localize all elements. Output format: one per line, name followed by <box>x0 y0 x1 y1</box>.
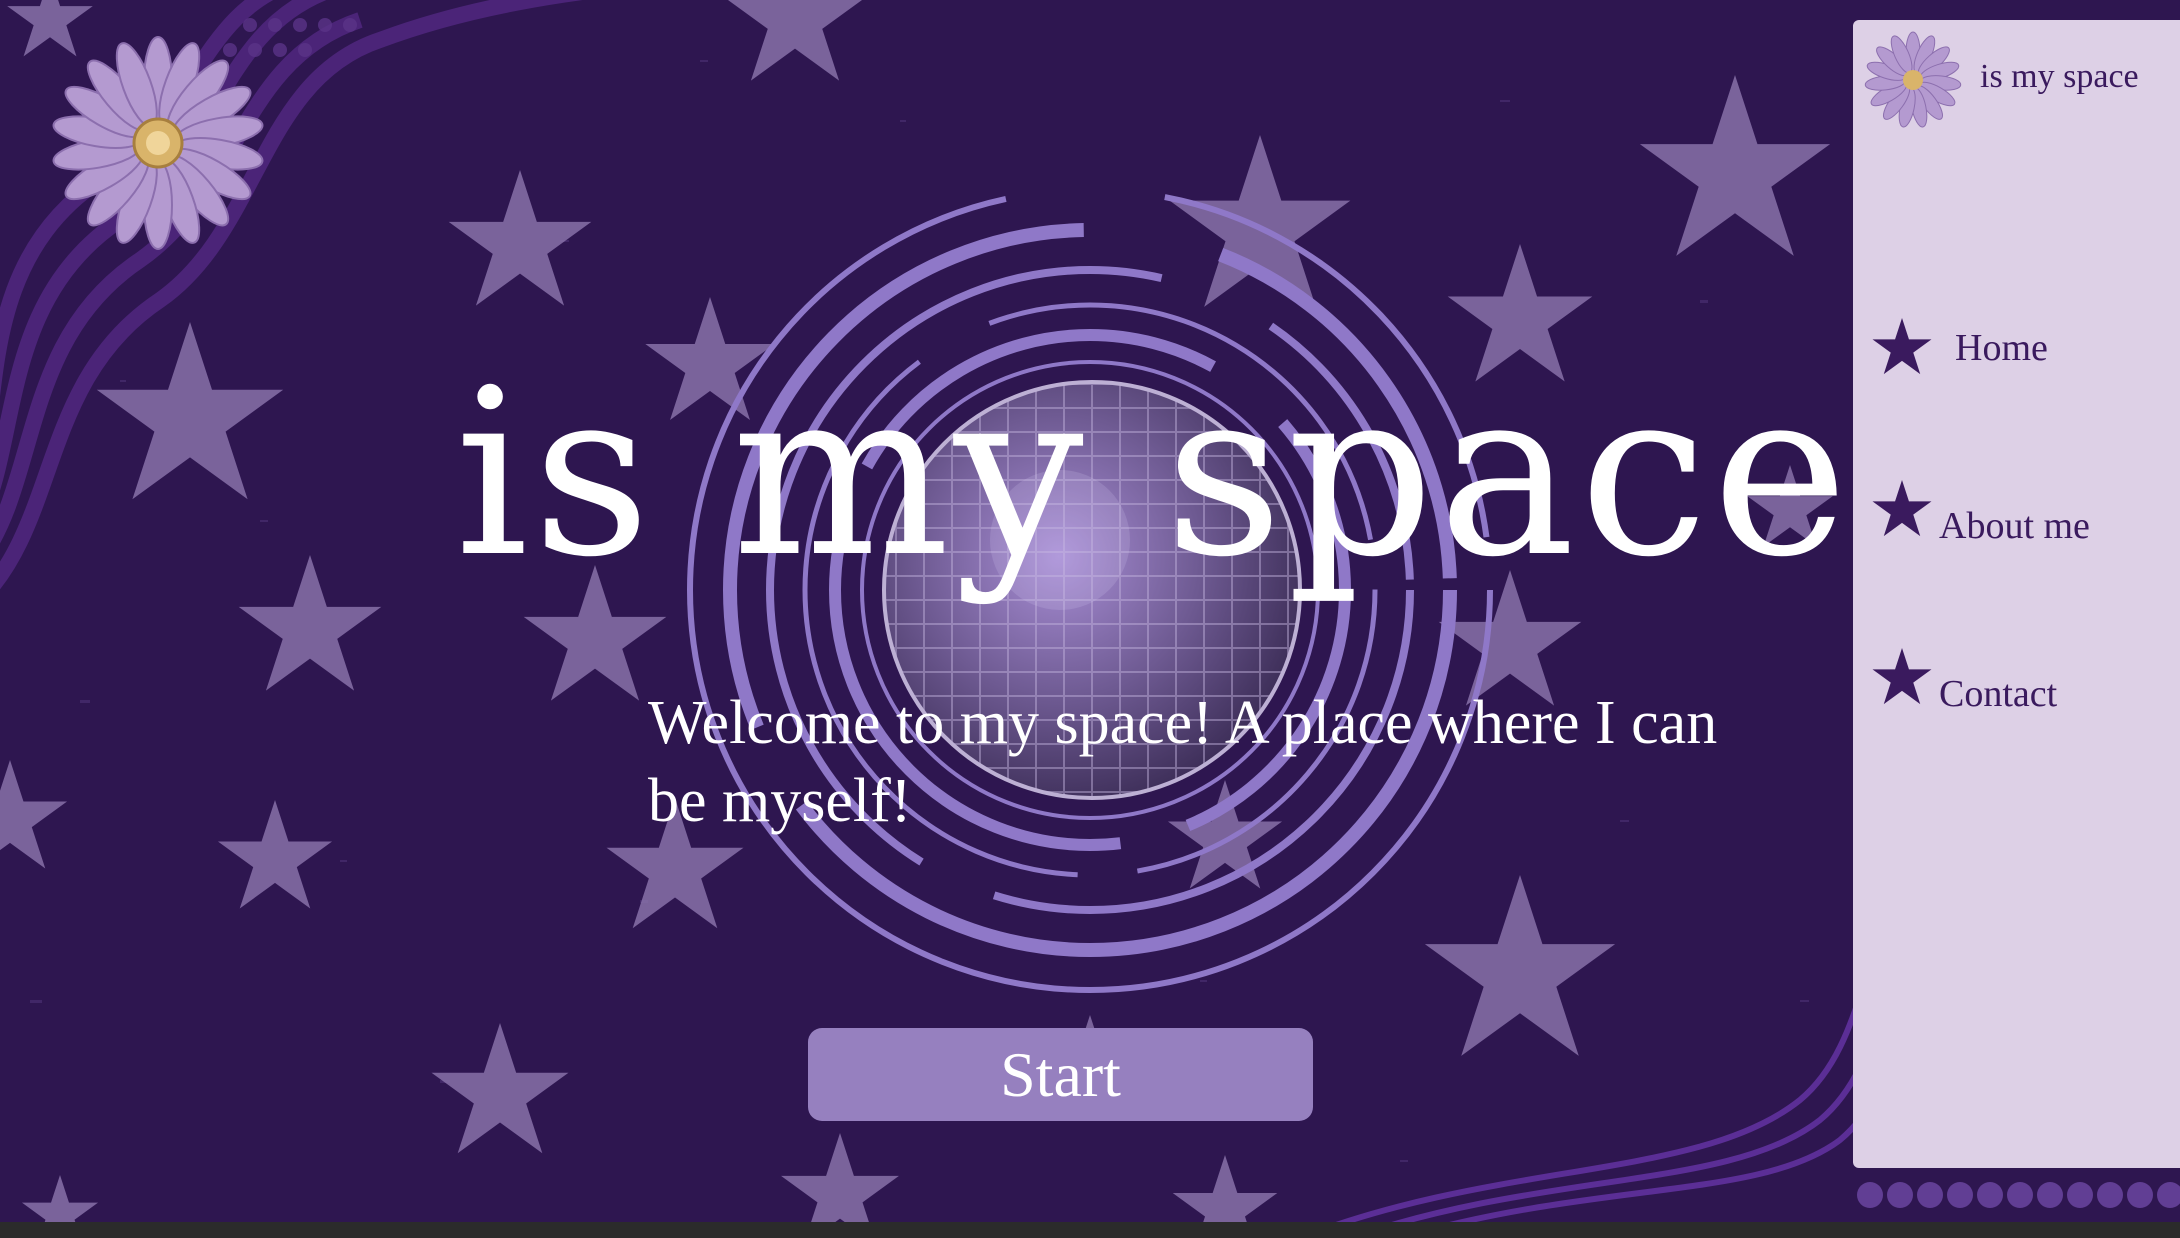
sidebar-brand[interactable]: is my space <box>1980 58 2139 96</box>
star-icon <box>1872 480 1932 537</box>
nav-item-home[interactable]: Home <box>1871 318 2091 388</box>
bottom-edge-bar <box>0 1222 2180 1238</box>
sidebar: is my space Home About me Contact <box>1853 20 2180 1168</box>
nav-item-about-me[interactable]: About me <box>1871 480 2171 550</box>
hero-title: is my space <box>455 341 1853 608</box>
nav-label-home: Home <box>1955 327 2048 369</box>
star-icon <box>1872 318 1932 375</box>
star-icon <box>1872 648 1932 705</box>
nav-label-contact: Contact <box>1939 673 2058 715</box>
welcome-message: Welcome to my space! A place where I can… <box>648 689 1718 835</box>
nav-label-about-me: About me <box>1939 505 2090 547</box>
start-button[interactable]: Start <box>808 1028 1313 1121</box>
flower-logo-icon[interactable] <box>1863 30 1963 130</box>
page-background: is my space Welcome to my space! A place… <box>0 0 2180 1238</box>
nav-item-contact[interactable]: Contact <box>1871 648 2131 718</box>
